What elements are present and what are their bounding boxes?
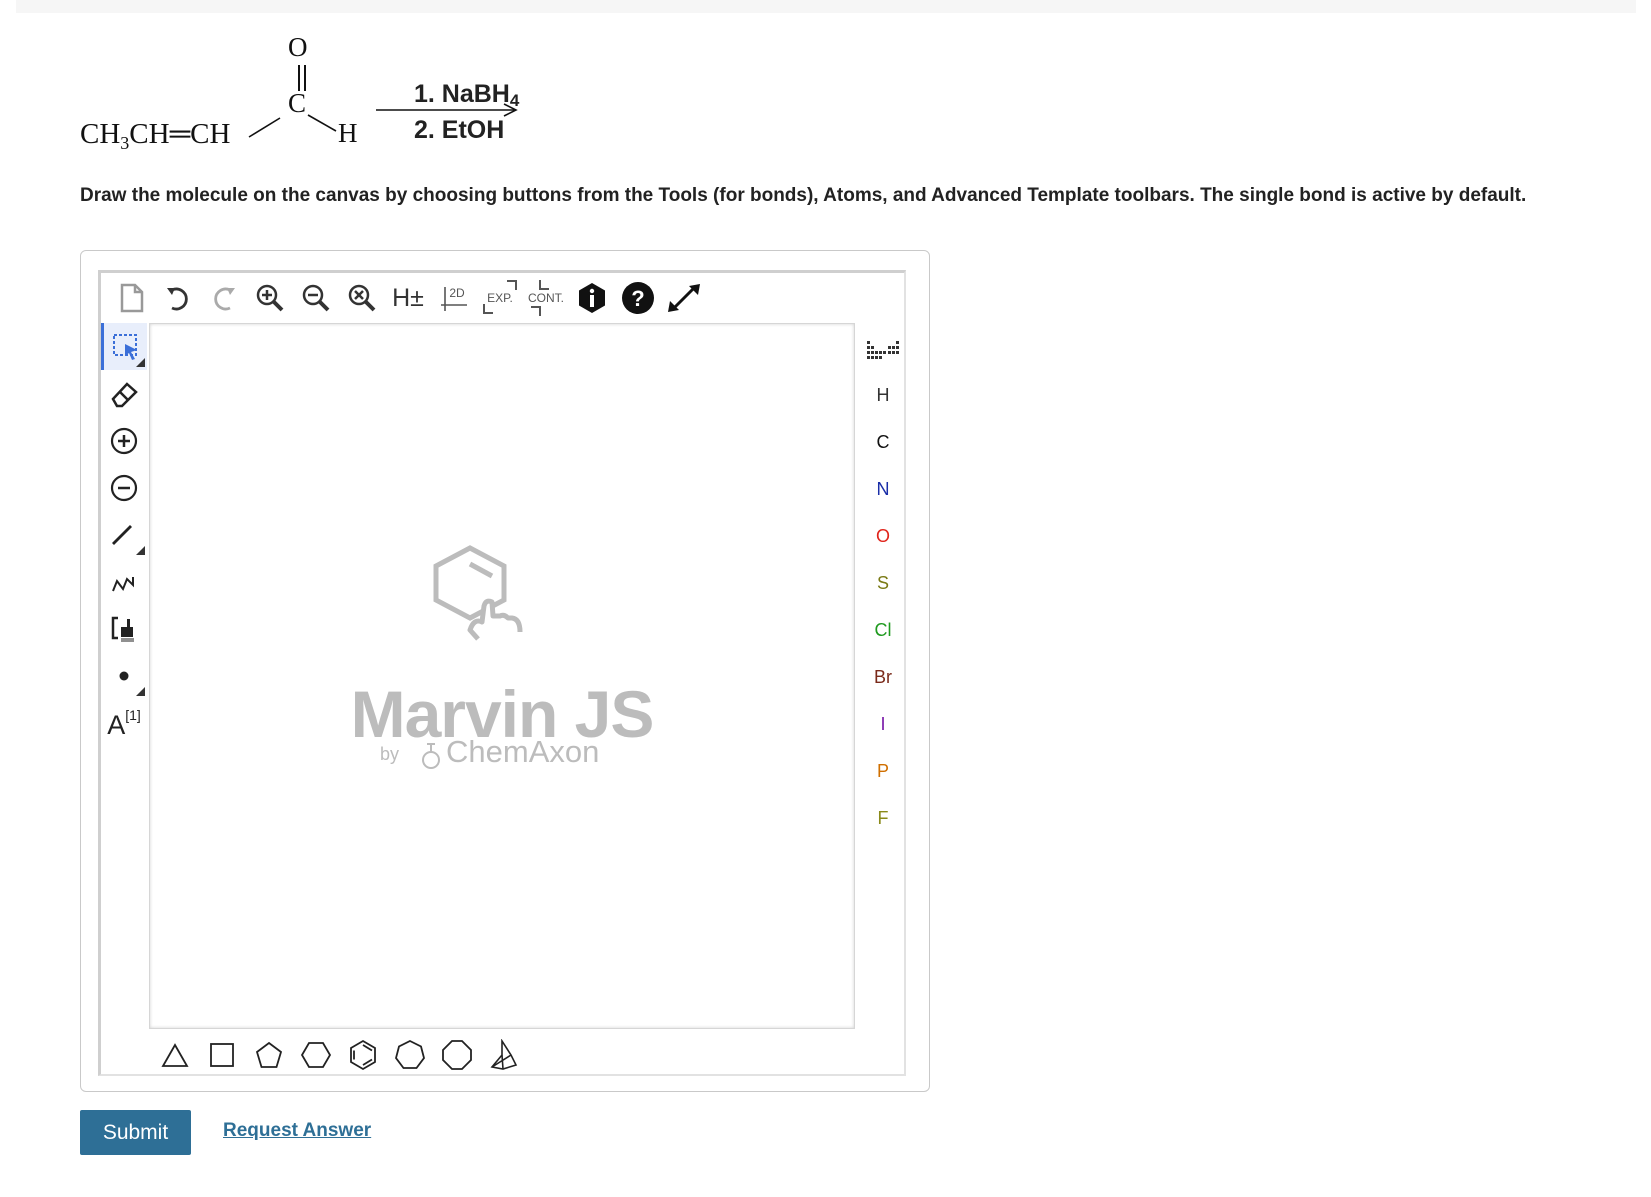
increase-charge-button[interactable] xyxy=(101,417,147,464)
bracket-right-icon xyxy=(507,280,517,290)
reaction-scheme: O C CH3CH═CH H 1. NaBH4 2. EtOH xyxy=(80,30,580,160)
atom-button-n[interactable]: N xyxy=(861,466,905,513)
atom-map-label: A xyxy=(107,710,126,740)
bracket-icon xyxy=(111,616,134,641)
single-bond-button[interactable] xyxy=(101,511,147,558)
aldehyde-hydrogen: H xyxy=(338,118,358,148)
atom-symbol: S xyxy=(876,573,889,593)
atom-button-h[interactable]: H xyxy=(861,372,905,419)
atom-symbol: O xyxy=(875,526,890,546)
tools-toolbar: A [1] xyxy=(101,323,147,746)
reactant-chain: CH3CH═CH xyxy=(80,118,231,153)
marvin-logo-company: ChemAxon xyxy=(446,734,600,769)
clean-2d-label: 2D xyxy=(449,286,465,300)
contract-button[interactable]: CONT. xyxy=(523,276,569,320)
benzene-template-icon[interactable] xyxy=(339,1033,386,1077)
cyclobutane-template-icon[interactable] xyxy=(198,1033,245,1077)
rectangle-select-icon xyxy=(112,333,137,360)
periodic-table-icon xyxy=(867,340,899,359)
plus-charge-icon xyxy=(110,427,138,454)
atom-symbol: P xyxy=(876,761,889,781)
submenu-indicator xyxy=(136,358,145,367)
chain-tool-button[interactable] xyxy=(101,558,147,605)
atom-symbol: Br xyxy=(874,667,892,687)
sgroup-bracket-button[interactable] xyxy=(101,605,147,652)
marvin-editor: H± 2D EXP. CONT. ? A [1] Marvin JS by Ch… xyxy=(98,270,906,1076)
bracket-left-icon xyxy=(483,304,493,314)
chemaxon-flask-icon xyxy=(422,743,440,769)
new-document-icon[interactable] xyxy=(109,276,155,320)
undo-icon[interactable] xyxy=(155,276,201,320)
bracket-left-icon xyxy=(539,280,549,290)
svg-text:?: ? xyxy=(631,286,644,311)
atom-symbol: I xyxy=(880,714,886,734)
radical-tool-button[interactable] xyxy=(101,652,147,699)
atom-symbol: H xyxy=(876,385,890,405)
atom-symbol: N xyxy=(876,479,890,499)
atom-map-button[interactable]: A [1] xyxy=(101,699,147,746)
zoom-reset-icon[interactable] xyxy=(339,276,385,320)
atom-button-o[interactable]: O xyxy=(861,513,905,560)
erase-tool-button[interactable] xyxy=(101,370,147,417)
atom-button-s[interactable]: S xyxy=(861,560,905,607)
periodic-table-button[interactable] xyxy=(861,325,905,372)
atom-button-p[interactable]: P xyxy=(861,748,905,795)
atom-map-superscript: [1] xyxy=(125,706,141,723)
redo-icon[interactable] xyxy=(201,276,247,320)
atom-button-cl[interactable]: Cl xyxy=(861,607,905,654)
chain-icon xyxy=(112,576,134,591)
cyclohexane-template-icon[interactable] xyxy=(292,1033,339,1077)
submenu-indicator xyxy=(136,546,145,555)
bracket-right-icon xyxy=(531,306,541,316)
bicyclic-template-icon[interactable] xyxy=(480,1033,527,1077)
carbon-atom: C xyxy=(288,88,307,118)
atom-button-f[interactable]: F xyxy=(861,795,905,842)
atom-symbol: C xyxy=(876,432,890,452)
decrease-charge-button[interactable] xyxy=(101,464,147,511)
template-toolbar xyxy=(151,1033,527,1077)
atom-button-i[interactable]: I xyxy=(861,701,905,748)
fullscreen-icon[interactable] xyxy=(661,276,707,320)
atom-symbol: F xyxy=(877,808,889,828)
top-bar xyxy=(16,0,1636,13)
hydrogen-toggle-label: H± xyxy=(392,283,424,312)
minus-charge-icon xyxy=(110,474,138,501)
atom-symbol: Cl xyxy=(874,620,892,640)
expand-button[interactable]: EXP. xyxy=(477,276,523,320)
reagent-step-2: 2. EtOH xyxy=(414,116,505,144)
drawing-canvas[interactable]: Marvin JS by ChemAxon xyxy=(149,323,855,1029)
request-answer-link[interactable]: Request Answer xyxy=(223,1120,371,1142)
top-toolbar: H± 2D EXP. CONT. ? xyxy=(109,276,707,320)
expand-label: EXP. xyxy=(487,291,513,305)
atom-button-br[interactable]: Br xyxy=(861,654,905,701)
cyclopentane-template-icon[interactable] xyxy=(245,1033,292,1077)
zoom-in-icon[interactable] xyxy=(247,276,293,320)
hydrogen-toggle-button[interactable]: H± xyxy=(385,276,431,320)
contract-label: CONT. xyxy=(528,291,564,305)
reagent-step-1: 1. NaBH4 xyxy=(414,80,520,110)
single-bond-icon xyxy=(112,524,132,545)
marvin-logo-icon xyxy=(433,545,523,641)
atom-button-c[interactable]: C xyxy=(861,419,905,466)
atoms-toolbar: H C N O S Cl Br I P F xyxy=(861,325,905,842)
cycloheptane-template-icon[interactable] xyxy=(386,1033,433,1077)
marvin-logo-by: by xyxy=(380,744,400,764)
cyclopropane-template-icon[interactable] xyxy=(151,1033,198,1077)
radical-dot-icon xyxy=(119,671,129,680)
oxygen-atom: O xyxy=(288,32,308,62)
submenu-indicator xyxy=(136,687,145,696)
instructions-text: Draw the molecule on the canvas by choos… xyxy=(80,185,1527,206)
selection-tool-button[interactable] xyxy=(101,323,147,370)
submit-button[interactable]: Submit xyxy=(80,1110,191,1155)
help-icon[interactable]: ? xyxy=(615,276,661,320)
zoom-out-icon[interactable] xyxy=(293,276,339,320)
eraser-icon xyxy=(111,381,138,407)
info-icon[interactable] xyxy=(569,276,615,320)
clean-2d-button[interactable]: 2D xyxy=(431,276,477,320)
cyclooctane-template-icon[interactable] xyxy=(433,1033,480,1077)
